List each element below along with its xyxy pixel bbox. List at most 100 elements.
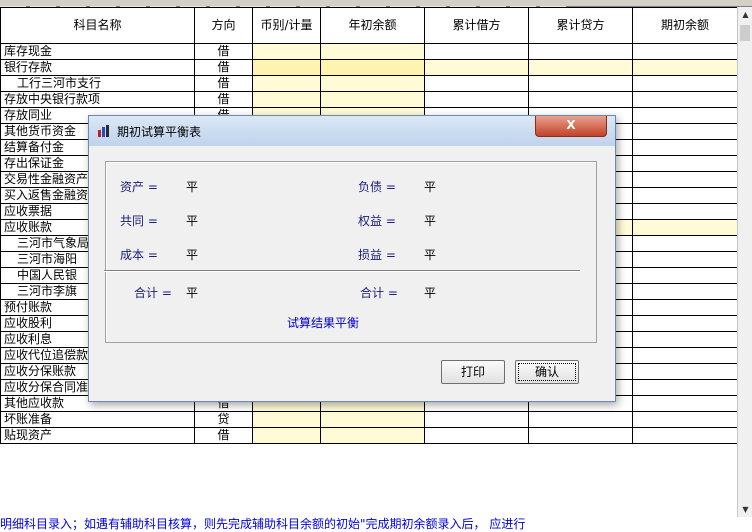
account-name-cell[interactable]: 银行存款 xyxy=(0,59,195,76)
period-opening-cell[interactable] xyxy=(632,395,737,412)
year-opening-cell[interactable] xyxy=(320,91,425,108)
period-opening-cell[interactable] xyxy=(632,427,737,444)
period-opening-cell[interactable] xyxy=(632,171,737,188)
profit-loss-value: 平 xyxy=(424,248,437,262)
cost-value: 平 xyxy=(186,248,199,262)
accum-credit-cell[interactable] xyxy=(528,43,633,60)
asset-label: 资产 = xyxy=(120,180,158,194)
common-value: 平 xyxy=(186,214,199,228)
total-left-label: 合计 = xyxy=(134,286,172,300)
period-opening-cell[interactable] xyxy=(632,91,737,108)
currency-cell[interactable] xyxy=(252,91,321,108)
confirm-button[interactable]: 确认 xyxy=(515,360,579,384)
year-opening-cell[interactable] xyxy=(320,427,425,444)
direction-cell[interactable]: 贷 xyxy=(194,411,253,428)
period-opening-cell[interactable] xyxy=(632,187,737,204)
accum-debit-cell[interactable] xyxy=(424,427,529,444)
year-opening-cell[interactable] xyxy=(320,59,425,76)
period-opening-cell[interactable] xyxy=(632,315,737,332)
period-opening-cell[interactable] xyxy=(632,155,737,172)
close-icon[interactable]: X xyxy=(535,116,607,137)
accum-debit-cell[interactable] xyxy=(424,59,529,76)
period-opening-cell[interactable] xyxy=(632,59,737,76)
period-opening-cell[interactable] xyxy=(632,379,737,396)
period-opening-cell[interactable] xyxy=(632,363,737,380)
trial-balance-dialog: 期初试算平衡表 X 资产 = 平 负债 = 平 共同 = 平 权益 = 平 成本… xyxy=(88,115,616,402)
table-row[interactable]: 存放中央银行款项借 xyxy=(0,91,737,108)
year-opening-cell[interactable] xyxy=(320,411,425,428)
accum-credit-cell[interactable] xyxy=(528,427,633,444)
period-opening-cell[interactable] xyxy=(632,219,737,236)
toolbar-strip xyxy=(0,0,752,11)
col-header-name[interactable]: 科目名称 xyxy=(0,7,195,44)
accum-debit-cell[interactable] xyxy=(424,75,529,92)
col-header-year-opening[interactable]: 年初余额 xyxy=(320,7,425,44)
period-opening-cell[interactable] xyxy=(632,123,737,140)
print-button[interactable]: 打印 xyxy=(441,360,505,384)
year-opening-cell[interactable] xyxy=(320,75,425,92)
period-opening-cell[interactable] xyxy=(632,75,737,92)
profit-loss-label: 损益 = xyxy=(358,248,396,262)
direction-cell[interactable]: 借 xyxy=(194,75,253,92)
instruction-text: 明细科目录入；如遇有辅助科目核算，则先完成辅助科目余额的初始"完成期初余额录入后… xyxy=(0,517,752,532)
table-row[interactable]: 工行三河市支行借 xyxy=(0,75,737,92)
currency-cell[interactable] xyxy=(252,427,321,444)
currency-cell[interactable] xyxy=(252,43,321,60)
accum-debit-cell[interactable] xyxy=(424,91,529,108)
col-header-accum-credit[interactable]: 累计贷方 xyxy=(528,7,633,44)
scroll-thumb[interactable] xyxy=(740,25,750,41)
table-row[interactable]: 贴现资产借 xyxy=(0,427,737,444)
app-icon xyxy=(98,125,109,137)
direction-cell[interactable]: 借 xyxy=(194,91,253,108)
period-opening-cell[interactable] xyxy=(632,107,737,124)
col-header-accum-debit[interactable]: 累计借方 xyxy=(424,7,529,44)
accum-credit-cell[interactable] xyxy=(528,91,633,108)
direction-cell[interactable]: 借 xyxy=(194,427,253,444)
dialog-title: 期初试算平衡表 xyxy=(117,125,202,139)
currency-cell[interactable] xyxy=(252,411,321,428)
period-opening-cell[interactable] xyxy=(632,203,737,220)
total-left-value: 平 xyxy=(186,286,199,300)
grid-header-row: 科目名称 方向 币别/计量 年初余额 累计借方 累计贷方 期初余额 xyxy=(0,7,737,44)
account-name-cell[interactable]: 库存现金 xyxy=(0,43,195,60)
period-opening-cell[interactable] xyxy=(632,251,737,268)
cost-label: 成本 = xyxy=(120,248,158,262)
col-header-currency[interactable]: 币别/计量 xyxy=(252,7,321,44)
common-label: 共同 = xyxy=(120,214,158,228)
accum-credit-cell[interactable] xyxy=(528,59,633,76)
scroll-up-icon[interactable]: ▲ xyxy=(738,7,752,22)
period-opening-cell[interactable] xyxy=(632,267,737,284)
period-opening-cell[interactable] xyxy=(632,299,737,316)
account-name-cell[interactable]: 坏账准备 xyxy=(0,411,195,428)
period-opening-cell[interactable] xyxy=(632,43,737,60)
col-header-direction[interactable]: 方向 xyxy=(194,7,253,44)
direction-cell[interactable]: 借 xyxy=(194,59,253,76)
year-opening-cell[interactable] xyxy=(320,43,425,60)
direction-cell[interactable]: 借 xyxy=(194,43,253,60)
accum-debit-cell[interactable] xyxy=(424,411,529,428)
account-name-cell[interactable]: 贴现资产 xyxy=(0,427,195,444)
equity-label: 权益 = xyxy=(358,214,396,228)
currency-cell[interactable] xyxy=(252,75,321,92)
dialog-titlebar[interactable]: 期初试算平衡表 X xyxy=(89,116,615,146)
table-row[interactable]: 坏账准备贷 xyxy=(0,411,737,428)
table-row[interactable]: 银行存款借 xyxy=(0,59,737,76)
col-header-period-opening[interactable]: 期初余额 xyxy=(632,7,737,44)
asset-value: 平 xyxy=(186,180,199,194)
vertical-scrollbar[interactable]: ▲ ▼ xyxy=(737,7,752,517)
accum-debit-cell[interactable] xyxy=(424,43,529,60)
total-right-label: 合计 = xyxy=(360,286,398,300)
accum-credit-cell[interactable] xyxy=(528,411,633,428)
account-name-cell[interactable]: 工行三河市支行 xyxy=(0,75,195,92)
scroll-down-icon[interactable]: ▼ xyxy=(738,502,752,517)
currency-cell[interactable] xyxy=(252,59,321,76)
accum-credit-cell[interactable] xyxy=(528,75,633,92)
period-opening-cell[interactable] xyxy=(632,331,737,348)
period-opening-cell[interactable] xyxy=(632,283,737,300)
table-row[interactable]: 库存现金借 xyxy=(0,43,737,60)
account-name-cell[interactable]: 存放中央银行款项 xyxy=(0,91,195,108)
period-opening-cell[interactable] xyxy=(632,139,737,156)
period-opening-cell[interactable] xyxy=(632,235,737,252)
period-opening-cell[interactable] xyxy=(632,411,737,428)
period-opening-cell[interactable] xyxy=(632,347,737,364)
